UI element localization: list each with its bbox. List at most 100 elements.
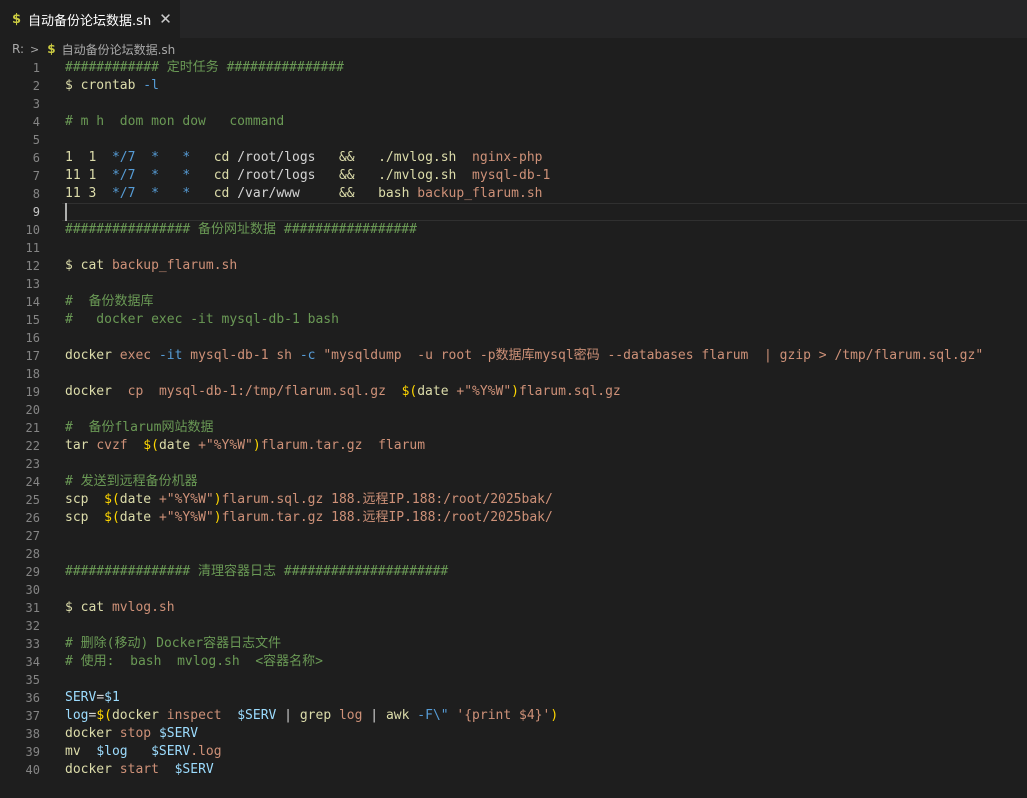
breadcrumb-root[interactable]: R: bbox=[12, 42, 24, 56]
code-token: # 删除(移动) Docker容器日志文件 bbox=[65, 636, 282, 651]
code-line[interactable]: 8 11 3 */7 * * cd /var/www && bash backup… bbox=[0, 185, 1027, 203]
line-number: 24 bbox=[25, 475, 40, 489]
code-token: | bbox=[362, 708, 386, 723]
line-number: 11 bbox=[25, 241, 40, 255]
code-line[interactable]: 37 log=$(docker inspect $SERV | grep log … bbox=[0, 707, 1027, 725]
code-line[interactable]: 36 SERV=$1 bbox=[0, 689, 1027, 707]
code-token: = bbox=[96, 690, 105, 705]
line-number: 14 bbox=[25, 295, 40, 309]
code-line[interactable]: 14 # 备份数据库 bbox=[0, 293, 1027, 311]
code-token: ) bbox=[511, 384, 519, 399]
code-line[interactable]: 6 1 1 */7 * * cd /root/logs && ./mvlog.sh… bbox=[0, 149, 1027, 167]
line-number: 20 bbox=[25, 403, 40, 417]
code-line[interactable]: 40 docker start $SERV bbox=[0, 761, 1027, 779]
line-number: 35 bbox=[25, 673, 40, 687]
tab-active-file[interactable]: $ 自动备份论坛数据.sh ✕ bbox=[0, 0, 180, 38]
code-token: bash bbox=[378, 186, 410, 201]
code-line[interactable]: 3 bbox=[0, 95, 1027, 113]
line-content: ################ 清理容器日志 ################… bbox=[65, 563, 448, 581]
code-token: # m h dom mon dow command bbox=[65, 114, 285, 129]
line-content: scp $(date +"%Y%W")flarum.sql.gz 188.远程I… bbox=[65, 491, 553, 509]
code-token: date bbox=[158, 438, 191, 453]
code-token: date bbox=[119, 492, 152, 507]
line-number: 16 bbox=[25, 331, 40, 345]
code-token: awk bbox=[385, 708, 410, 723]
code-line[interactable]: 13 bbox=[0, 275, 1027, 293]
code-line[interactable]: 28 bbox=[0, 545, 1027, 563]
code-token: log bbox=[338, 708, 363, 723]
line-number: 40 bbox=[25, 763, 40, 777]
code-line[interactable]: 25 scp $(date +"%Y%W")flarum.sql.gz 188.远… bbox=[0, 491, 1027, 509]
code-line[interactable]: 19 docker cp mysql-db-1:/tmp/flarum.sql.g… bbox=[0, 383, 1027, 401]
code-line[interactable]: 11 bbox=[0, 239, 1027, 257]
code-token: date bbox=[417, 384, 449, 399]
code-token: $ cat bbox=[65, 258, 105, 273]
code-token: flarum.tar.gz bbox=[221, 510, 324, 525]
code-token: # docker exec -it mysql-db-1 bash bbox=[65, 312, 339, 327]
code-line[interactable]: 1 ############ 定时任务 ############### bbox=[0, 59, 1027, 77]
code-editor[interactable]: 1 ############ 定时任务 ############### 2 $ cro… bbox=[0, 59, 1027, 779]
line-number: 22 bbox=[25, 439, 40, 453]
code-token: cd bbox=[213, 150, 230, 165]
code-line[interactable]: 21 # 备份flarum网站数据 bbox=[0, 419, 1027, 437]
code-token: $ cat bbox=[65, 600, 105, 615]
code-line[interactable]: 35 bbox=[0, 671, 1027, 689]
code-line[interactable]: 2 $ crontab -l bbox=[0, 77, 1027, 95]
code-line[interactable]: 32 bbox=[0, 617, 1027, 635]
code-token: /var/www bbox=[229, 186, 339, 201]
breadcrumb-file[interactable]: 自动备份论坛数据.sh bbox=[62, 41, 176, 58]
code-line[interactable]: 17 docker exec -it mysql-db-1 sh -c "mysq… bbox=[0, 347, 1027, 365]
code-token: ) bbox=[252, 438, 261, 453]
code-line[interactable]: 5 bbox=[0, 131, 1027, 149]
code-line[interactable]: 22 tar cvzf $(date +"%Y%W")flarum.tar.gz … bbox=[0, 437, 1027, 455]
current-line-highlight bbox=[62, 203, 1027, 221]
code-line[interactable]: 18 bbox=[0, 365, 1027, 383]
code-token: $( bbox=[104, 510, 120, 525]
close-icon[interactable]: ✕ bbox=[159, 10, 172, 28]
line-content: ############ 定时任务 ############### bbox=[65, 59, 344, 77]
code-line[interactable]: 31 $ cat mvlog.sh bbox=[0, 599, 1027, 617]
line-number: 9 bbox=[32, 205, 40, 219]
code-line[interactable]: 15 # docker exec -it mysql-db-1 bash bbox=[0, 311, 1027, 329]
code-token: */7 * * bbox=[111, 186, 191, 201]
code-line[interactable]: 29 ################ 清理容器日志 ##############… bbox=[0, 563, 1027, 581]
code-token: docker bbox=[65, 762, 112, 777]
code-line[interactable]: 12 $ cat backup_flarum.sh bbox=[0, 257, 1027, 275]
code-line[interactable]: 4 # m h dom mon dow command bbox=[0, 113, 1027, 131]
code-token: 188.远程IP.188:/root/2025bak/ bbox=[331, 510, 553, 525]
code-token: | bbox=[276, 708, 300, 723]
code-line[interactable]: 33 # 删除(移动) Docker容器日志文件 bbox=[0, 635, 1027, 653]
code-token: mysql-db-1 bbox=[190, 348, 269, 363]
code-line[interactable]: 24 # 发送到远程备份机器 bbox=[0, 473, 1027, 491]
code-line[interactable]: 27 bbox=[0, 527, 1027, 545]
line-content: scp $(date +"%Y%W")flarum.tar.gz 188.远程I… bbox=[65, 509, 553, 527]
line-content: docker exec -it mysql-db-1 sh -c "mysqld… bbox=[65, 347, 983, 365]
shell-file-icon: $ bbox=[12, 11, 22, 27]
code-line[interactable]: 16 bbox=[0, 329, 1027, 347]
code-line[interactable]: 34 # 使用: bash mvlog.sh <容器名称> bbox=[0, 653, 1027, 671]
code-line[interactable]: 7 11 1 */7 * * cd /root/logs && ./mvlog.s… bbox=[0, 167, 1027, 185]
code-token: mv bbox=[65, 744, 81, 759]
code-token: # 发送到远程备份机器 bbox=[65, 474, 198, 489]
line-content: SERV=$1 bbox=[65, 689, 120, 707]
code-line[interactable]: 38 docker stop $SERV bbox=[0, 725, 1027, 743]
code-line[interactable]: 20 bbox=[0, 401, 1027, 419]
code-line[interactable]: 9 bbox=[0, 203, 1027, 221]
code-line[interactable]: 26 scp $(date +"%Y%W")flarum.tar.gz 188.远… bbox=[0, 509, 1027, 527]
code-token: docker bbox=[65, 348, 112, 363]
line-number: 26 bbox=[25, 511, 40, 525]
code-token: ################ 清理容器日志 ################… bbox=[65, 564, 449, 579]
code-line[interactable]: 39 mv $log $SERV.log bbox=[0, 743, 1027, 761]
code-line[interactable]: 30 bbox=[0, 581, 1027, 599]
line-number: 1 bbox=[32, 61, 40, 75]
chevron-right-icon: > bbox=[30, 42, 40, 56]
code-token: nginx-php bbox=[472, 150, 543, 165]
line-number: 38 bbox=[25, 727, 40, 741]
code-token: $ bbox=[65, 78, 81, 93]
line-content: 11 3 */7 * * cd /var/www && bash backup_… bbox=[65, 185, 542, 203]
line-content: # 发送到远程备份机器 bbox=[65, 473, 198, 491]
code-line[interactable]: 23 bbox=[0, 455, 1027, 473]
code-line[interactable]: 10 ################ 备份网址数据 ##############… bbox=[0, 221, 1027, 239]
